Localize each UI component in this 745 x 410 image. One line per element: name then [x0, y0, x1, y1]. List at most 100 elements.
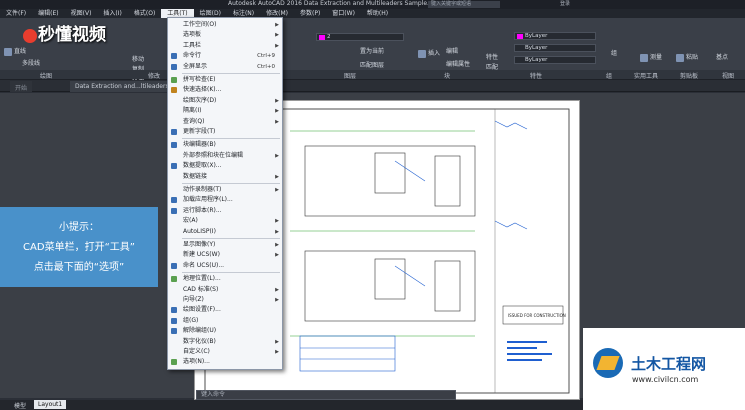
- menu-item-3[interactable]: 插入(I): [97, 9, 127, 18]
- command-line-input[interactable]: 键入命令: [196, 390, 456, 400]
- ribbon-button-polyline[interactable]: 多段线: [22, 58, 40, 67]
- menu-item-9[interactable]: 参数(P): [294, 9, 326, 18]
- tools-menu-item-30[interactable]: 自定义(C) ▶: [168, 347, 282, 357]
- submenu-arrow-icon: ▶: [275, 173, 279, 180]
- menu-separator: [182, 183, 280, 184]
- tools-menu-item-label: 显示图像(Y): [183, 241, 216, 248]
- submenu-arrow-icon: ▶: [275, 297, 279, 303]
- tools-menu-item-label: 运行脚本(R)...: [183, 206, 222, 214]
- menu-item-11[interactable]: 帮助(H): [361, 9, 394, 18]
- tools-menu-item-31[interactable]: 选项(N)...: [168, 357, 282, 367]
- tools-menu-item-6[interactable]: 快速选择(K)...: [168, 85, 282, 95]
- tools-menu-item-7[interactable]: 绘图次序(D) ▶: [168, 96, 282, 106]
- menu-item-0[interactable]: 文件(F): [0, 9, 32, 18]
- menu-command-icon: [171, 359, 177, 366]
- menu-item-2[interactable]: 视图(V): [65, 9, 98, 18]
- tools-menu-item-label: 外部参照和块在位编辑: [183, 151, 244, 159]
- command-prompt: 键入命令: [201, 391, 226, 398]
- tools-menu-item-label: 数据链接: [183, 172, 208, 180]
- tools-menu-item-label: 选项板: [183, 31, 202, 39]
- tools-menu-item-15[interactable]: 动作录制器(T) ▶: [168, 185, 282, 195]
- tools-menu-item-9[interactable]: 查询(Q) ▶: [168, 117, 282, 127]
- ribbon-button-measure[interactable]: 测量: [640, 52, 662, 62]
- tools-menu-item-22[interactable]: 命名 UCS(U)...: [168, 261, 282, 271]
- ribbon-button-move[interactable]: 移动: [132, 54, 144, 63]
- submenu-arrow-icon: ▶: [275, 187, 279, 193]
- tools-menu-item-23[interactable]: 地理位置(L)...: [168, 274, 282, 284]
- ribbon-button-edit[interactable]: 编辑: [446, 46, 458, 55]
- tools-menu-item-14[interactable]: 数据链接 ▶: [168, 172, 282, 182]
- menu-item-10[interactable]: 窗口(W): [326, 9, 361, 18]
- tools-menu-item-24[interactable]: CAD 标准(S) ▶: [168, 285, 282, 295]
- tools-menu-item-19[interactable]: AutoLISP(I) ▶: [168, 227, 282, 237]
- menu-command-icon: [171, 163, 177, 170]
- video-watermark: 秒懂视频: [22, 20, 106, 45]
- tools-menu-item-18[interactable]: 宏(A) ▶: [168, 216, 282, 226]
- tools-menu-item-0[interactable]: 工作空间(O) ▶: [168, 20, 282, 30]
- tools-menu-item-27[interactable]: 组(G): [168, 316, 282, 326]
- tools-menu-item-2[interactable]: 工具栏 ▶: [168, 41, 282, 51]
- tools-menu-item-21[interactable]: 新建 UCS(W) ▶: [168, 250, 282, 260]
- menu-command-icon: [171, 129, 177, 135]
- tip-line-1: CAD菜单栏，打开“工具”: [23, 242, 135, 253]
- submenu-arrow-icon: ▶: [275, 252, 279, 259]
- tools-menu-item-13[interactable]: 数据提取(X)...: [168, 161, 282, 171]
- menu-separator: [182, 272, 280, 274]
- tools-menu-shortcut: Ctrl+9: [257, 53, 275, 60]
- submenu-arrow-icon: ▶: [275, 338, 279, 345]
- login-link[interactable]: 登录: [560, 0, 570, 7]
- ribbon-button-group[interactable]: 组: [611, 48, 617, 57]
- tools-menu-item-5[interactable]: 拼写检查(E): [168, 75, 282, 85]
- menu-command-icon: [171, 63, 177, 70]
- ribbon-button-insert[interactable]: 插入: [418, 48, 440, 58]
- tab-start[interactable]: 开始: [10, 81, 33, 92]
- lineweight-combo[interactable]: ByLayer: [514, 56, 596, 64]
- color-combo[interactable]: ByLayer: [514, 32, 596, 40]
- ribbon-button-base[interactable]: 基点: [716, 52, 728, 61]
- tools-menu-item-10[interactable]: 更新字段(T): [168, 127, 282, 137]
- menu-command-icon: [171, 207, 177, 214]
- tools-menu-item-8[interactable]: 隔离(I) ▶: [168, 106, 282, 116]
- submenu-arrow-icon: ▶: [275, 22, 279, 28]
- ribbon-button-line[interactable]: 直线: [4, 46, 26, 56]
- tools-menu-item-label: 工具栏: [183, 41, 202, 49]
- tools-menu-item-4[interactable]: 全屏显示 Ctrl+0: [168, 62, 282, 72]
- tools-menu-item-3[interactable]: 命令行 Ctrl+9: [168, 51, 282, 61]
- logo-url: www.civilcn.com: [632, 375, 699, 384]
- layer-combo[interactable]: 2: [316, 33, 404, 41]
- set-current-button[interactable]: 置为当前: [360, 46, 384, 55]
- tools-menu-item-17[interactable]: 运行脚本(R)...: [168, 206, 282, 216]
- tools-menu-item-1[interactable]: 选项板 ▶: [168, 30, 282, 40]
- tools-menu-item-26[interactable]: 绘图设置(F)...: [168, 305, 282, 315]
- menu-item-1[interactable]: 编辑(E): [32, 9, 64, 18]
- tools-menu-item-label: 新建 UCS(W): [183, 251, 220, 259]
- menu-item-4[interactable]: 格式(O): [128, 9, 161, 18]
- menu-separator: [182, 238, 280, 239]
- insert-block-icon: [418, 49, 426, 58]
- tools-menu-item-label: 向导(Z): [183, 296, 204, 303]
- civilcn-logo-icon: [593, 348, 623, 378]
- submenu-arrow-icon: ▶: [275, 349, 279, 355]
- panel-label-properties: 特性: [530, 73, 543, 80]
- tab-drawing[interactable]: Data Extraction and...ltileaders S: [70, 81, 180, 92]
- ribbon-button-properties[interactable]: 特性: [486, 52, 498, 61]
- tools-menu-item-29[interactable]: 数字化仪(B) ▶: [168, 337, 282, 347]
- tools-menu-item-12[interactable]: 外部参照和块在位编辑 ▶: [168, 151, 282, 161]
- tools-menu-item-28[interactable]: 解除编组(U): [168, 326, 282, 336]
- tools-menu-item-11[interactable]: 块编辑器(B): [168, 140, 282, 150]
- tools-menu-item-16[interactable]: 加载应用程序(L)...: [168, 195, 282, 205]
- tools-menu-item-label: 更新字段(T): [183, 128, 216, 135]
- search-input[interactable]: 键入关键字或短语: [428, 1, 500, 8]
- tab-model[interactable]: 模型: [14, 401, 26, 410]
- tools-menu-item-20[interactable]: 显示图像(Y) ▶: [168, 240, 282, 250]
- linetype-combo[interactable]: ByLayer: [514, 44, 596, 52]
- panel-label-modify: 修改: [148, 73, 161, 80]
- match-layer-button[interactable]: 匹配图层: [360, 60, 384, 69]
- tools-menu-item-25[interactable]: 向导(Z) ▶: [168, 295, 282, 305]
- tools-menu-item-label: 快速选择(K)...: [183, 86, 222, 94]
- ribbon-button-edit-attributes[interactable]: 编辑属性: [446, 59, 470, 68]
- ribbon-button-paste[interactable]: 粘贴: [676, 52, 698, 62]
- tab-layout1[interactable]: Layout1: [34, 400, 67, 409]
- menu-command-icon: [171, 53, 177, 60]
- menu-command-icon: [171, 307, 177, 314]
